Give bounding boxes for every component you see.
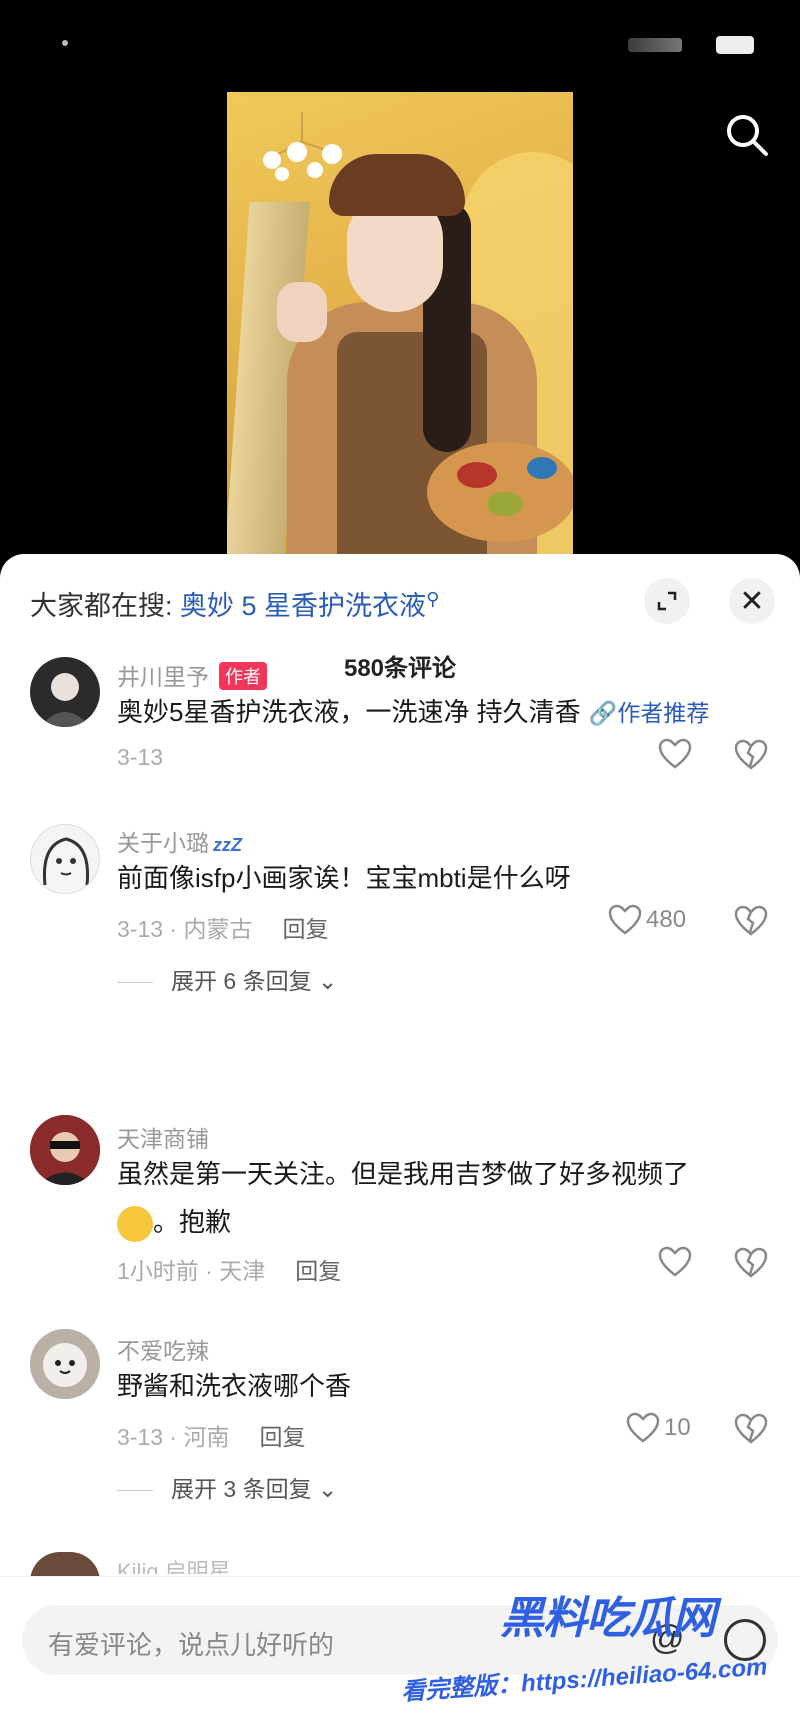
comment-meta: 1小时前 · 天津 回复 (117, 1252, 341, 1286)
link-icon: 🔗 (588, 700, 618, 726)
video-person-hand (277, 282, 327, 342)
comment-text: 虽然是第一天关注。但是我用吉梦做了好多视频了。抱歉 (117, 1150, 777, 1246)
hot-search-keyword[interactable]: 奥妙 5 星香护洗衣液 (180, 591, 426, 621)
username-text: 关于小璐 (117, 830, 209, 856)
sleep-badge: zzZ (213, 835, 242, 855)
divider (117, 982, 153, 984)
comment-date-location: 3-13 · 内蒙古 (117, 916, 253, 942)
author-recommend-link[interactable]: 🔗作者推荐 (589, 700, 710, 726)
dislike-icon[interactable] (734, 1412, 768, 1446)
status-dot (62, 40, 68, 46)
divider (117, 1490, 153, 1492)
status-bar (0, 0, 800, 90)
comment-text: 野酱和洗衣液哪个香 (117, 1371, 352, 1401)
comment-body-tail: 。抱歉 (153, 1207, 232, 1237)
signal-icon (628, 38, 682, 52)
heart-icon (608, 904, 642, 935)
video-paint (487, 492, 523, 516)
reply-button[interactable]: 回复 (282, 916, 328, 942)
comment-text: 奥妙5星香护洗衣液，一洗速净 持久清香 🔗作者推荐 (117, 688, 777, 737)
shy-emoji-icon (117, 1206, 153, 1243)
comment-body: 奥妙5星香护洗衣液，一洗速净 持久清香 (117, 697, 581, 727)
dislike-icon[interactable] (734, 738, 768, 772)
avatar-image (30, 1115, 100, 1185)
avatar[interactable] (30, 1329, 100, 1399)
like-button[interactable]: 10 (626, 1412, 691, 1444)
video-person-hat (329, 154, 465, 216)
chevron-down-icon: ⌄ (311, 968, 338, 994)
comment-meta: 3-13 · 内蒙古 回复 (117, 910, 328, 944)
reply-button[interactable]: 回复 (259, 1424, 305, 1450)
hot-search-prefix: 大家都在搜: (30, 591, 173, 621)
watermark-title: 黑料吃瓜网 (500, 1594, 716, 1643)
comment-text: 前面像isfp小画家诶！宝宝mbti是什么呀 (117, 863, 571, 893)
heart-icon (658, 738, 692, 769)
like-count: 480 (646, 906, 687, 933)
avatar[interactable] (30, 1115, 100, 1185)
avatar-image (40, 673, 90, 727)
dislike-icon[interactable] (734, 904, 768, 938)
comment-meta: 3-13 (117, 744, 164, 770)
video-paint (457, 462, 497, 488)
search-icon[interactable] (722, 110, 772, 160)
comment-sheet: 大家都在搜: 奥妙 5 星香护洗衣液⚲ ✕ 580条评论 井川里予 作者 奥妙5星… (0, 554, 800, 1733)
expand-icon (657, 591, 677, 611)
watermark-url: 看完整版：https://heiliao-64.com (400, 1653, 769, 1706)
dislike-icon[interactable] (734, 1246, 768, 1280)
like-button[interactable]: 480 (608, 904, 686, 936)
battery-icon (716, 36, 754, 54)
hot-search[interactable]: 大家都在搜: 奥妙 5 星香护洗衣液⚲ (30, 584, 439, 623)
comment-username[interactable]: 天津商铺 (117, 1120, 209, 1154)
expand-replies[interactable]: 展开 3 条回复 ⌄ (117, 1470, 337, 1504)
video-player[interactable] (227, 92, 573, 554)
avatar-image (30, 1329, 100, 1399)
comment-date-location: 3-13 · 河南 (117, 1424, 230, 1450)
like-button[interactable] (658, 738, 692, 770)
expand-replies[interactable]: 展开 6 条回复 ⌄ (117, 962, 337, 996)
comment-date-location: 1小时前 · 天津 (117, 1258, 266, 1284)
author-badge: 作者 (219, 662, 267, 690)
comment-input-placeholder: 有爱评论，说点儿好听的 (48, 1630, 335, 1660)
heart-icon (658, 1246, 692, 1277)
avatar-image (42, 837, 90, 886)
username-text: 井川里予 (117, 664, 209, 690)
comment-username[interactable]: Kilig 启明星 (117, 1554, 231, 1574)
comment-meta: 3-13 · 河南 回复 (117, 1418, 305, 1452)
like-count: 10 (664, 1414, 691, 1441)
video-paint (527, 457, 557, 479)
avatar[interactable] (30, 657, 100, 727)
close-icon: ✕ (739, 584, 765, 618)
close-button[interactable]: ✕ (729, 578, 775, 624)
comment-username[interactable]: 关于小璐 zzZ (117, 824, 242, 858)
chevron-down-icon: ⌄ (311, 1476, 338, 1502)
expand-replies-label: 展开 3 条回复 (171, 1476, 312, 1502)
heart-icon (626, 1412, 660, 1443)
expand-replies-label: 展开 6 条回复 (171, 968, 312, 994)
expand-button[interactable] (644, 578, 690, 624)
reply-button[interactable]: 回复 (295, 1258, 341, 1284)
watermark: 黑料吃瓜网 看完整版：https://heiliao-64.com (400, 1582, 800, 1732)
author-recommend-label: 作者推荐 (617, 700, 710, 726)
avatar[interactable] (30, 824, 100, 894)
comment-body: 虽然是第一天关注。但是我用吉梦做了好多视频了 (117, 1159, 690, 1189)
like-button[interactable] (658, 1246, 692, 1278)
comment-username[interactable]: 不爱吃辣 (117, 1332, 209, 1366)
comment-username[interactable]: 井川里予 作者 (117, 658, 267, 692)
search-small-icon: ⚲ (426, 589, 440, 609)
